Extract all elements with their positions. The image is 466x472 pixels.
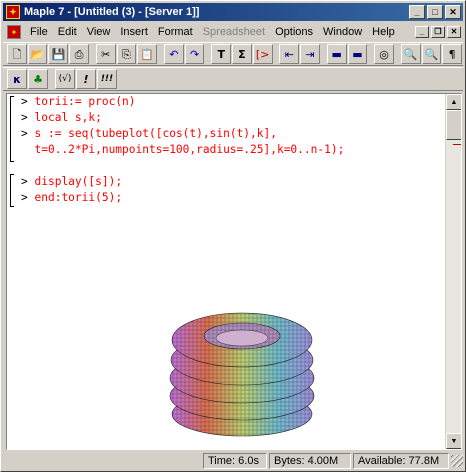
status-available: Available: 77.8M <box>353 453 449 469</box>
cut-icon[interactable]: ✂ <box>95 44 116 64</box>
text-icon[interactable]: T <box>211 44 232 64</box>
new-icon[interactable]: 🗋 <box>7 44 27 64</box>
indent-icon[interactable]: ⇥ <box>300 44 320 64</box>
menu-spreadsheet[interactable]: Spreadsheet <box>198 26 270 38</box>
maximize-button[interactable]: □ <box>427 5 443 19</box>
minimize-button[interactable]: _ <box>409 5 425 19</box>
scroll-thumb[interactable] <box>446 110 461 140</box>
execute-all-icon[interactable]: !!! <box>97 69 117 89</box>
open-icon[interactable]: 📂 <box>27 44 48 64</box>
math-icon[interactable]: Σ <box>232 44 252 64</box>
code-line[interactable]: > torii:= proc(n) <box>21 95 136 108</box>
document-menu-icon[interactable]: ✦ <box>7 25 21 39</box>
doc-minimize-button[interactable]: _ <box>415 26 429 38</box>
worksheet[interactable]: > torii:= proc(n) > local s,k; > s := se… <box>6 93 462 450</box>
undo-icon[interactable]: ↶ <box>163 44 184 64</box>
menu-help[interactable]: Help <box>367 26 400 38</box>
status-time: Time: 6.0s <box>203 453 267 469</box>
zoom-fit-icon[interactable]: ◎ <box>374 44 394 64</box>
paragraph-marks-icon[interactable]: ¶ <box>442 44 463 64</box>
menu-format[interactable]: Format <box>153 26 198 38</box>
zoom-in-icon[interactable]: 🔍 <box>400 44 421 64</box>
paste-icon[interactable]: 📋 <box>137 44 158 64</box>
execution-group-icon[interactable]: [> <box>252 44 273 64</box>
code-line[interactable]: > display([s]); <box>21 175 122 188</box>
code-line[interactable]: > end:torii(5); <box>21 191 122 204</box>
code-line[interactable]: > s := seq(tubeplot([cos(t),sin(t),k], <box>21 127 277 140</box>
maple-leaf-icon[interactable]: ✦ <box>6 5 20 19</box>
outdent-icon[interactable]: ⇤ <box>279 44 300 64</box>
code-line[interactable]: > local s,k; <box>21 111 102 124</box>
menu-insert[interactable]: Insert <box>115 26 153 38</box>
zoom-out-icon[interactable]: 🔍 <box>421 44 442 64</box>
menu-file[interactable]: File <box>25 26 53 38</box>
redo-icon[interactable]: ↷ <box>184 44 205 64</box>
text-mode-icon[interactable]: κ <box>7 69 27 89</box>
close-button[interactable]: ✕ <box>445 5 461 19</box>
restart-icon[interactable]: ▬ <box>326 44 347 64</box>
vertical-scrollbar[interactable]: ▲ ▼ <box>445 94 461 449</box>
inert-text-icon[interactable]: (√) <box>55 69 75 89</box>
menu-bar: ✦ File Edit View Insert Format Spreadshe… <box>3 23 463 41</box>
status-bytes: Bytes: 4.00M <box>269 453 351 469</box>
math-mode-icon[interactable]: ♣ <box>28 69 48 89</box>
doc-close-button[interactable]: ✕ <box>447 26 461 38</box>
maple-window: ✦ Maple 7 - [Untitled (3) - [Server 1]] … <box>0 0 466 472</box>
menu-window[interactable]: Window <box>318 26 367 38</box>
execution-group-bracket[interactable] <box>10 174 14 207</box>
main-toolbar: 🗋 📂 💾 ⎙ ✂ ⎘ 📋 ↶ ↷ T Σ [> ⇤ ⇥ ▬ ▬ ◎ 🔍 🔍 ¶ <box>3 42 463 66</box>
print-icon[interactable]: ⎙ <box>69 44 89 64</box>
save-icon[interactable]: 💾 <box>48 44 69 64</box>
scroll-down-icon[interactable]: ▼ <box>446 433 461 449</box>
menu-view[interactable]: View <box>82 26 116 38</box>
status-bar: Time: 6.0s Bytes: 4.00M Available: 77.8M <box>3 452 463 470</box>
execute-icon[interactable]: ! <box>76 69 96 89</box>
window-title: Maple 7 - [Untitled (3) - [Server 1]] <box>24 6 200 18</box>
stop-icon[interactable]: ▬ <box>347 44 368 64</box>
scroll-up-icon[interactable]: ▲ <box>446 94 461 110</box>
doc-restore-button[interactable]: ❐ <box>431 26 445 38</box>
execution-group-bracket[interactable] <box>10 96 14 162</box>
resize-grip-icon[interactable] <box>451 455 463 467</box>
torus-plot[interactable] <box>157 274 327 444</box>
menu-edit[interactable]: Edit <box>53 26 82 38</box>
context-toolbar: κ ♣ (√) ! !!! <box>3 67 463 91</box>
menu-options[interactable]: Options <box>270 26 318 38</box>
title-bar[interactable]: ✦ Maple 7 - [Untitled (3) - [Server 1]] … <box>3 3 463 21</box>
section-marker <box>453 144 461 145</box>
copy-icon[interactable]: ⎘ <box>116 44 137 64</box>
code-line[interactable]: t=0..2*Pi,numpoints=100,radius=.25],k=0.… <box>21 143 344 156</box>
torus-stack <box>169 312 315 437</box>
